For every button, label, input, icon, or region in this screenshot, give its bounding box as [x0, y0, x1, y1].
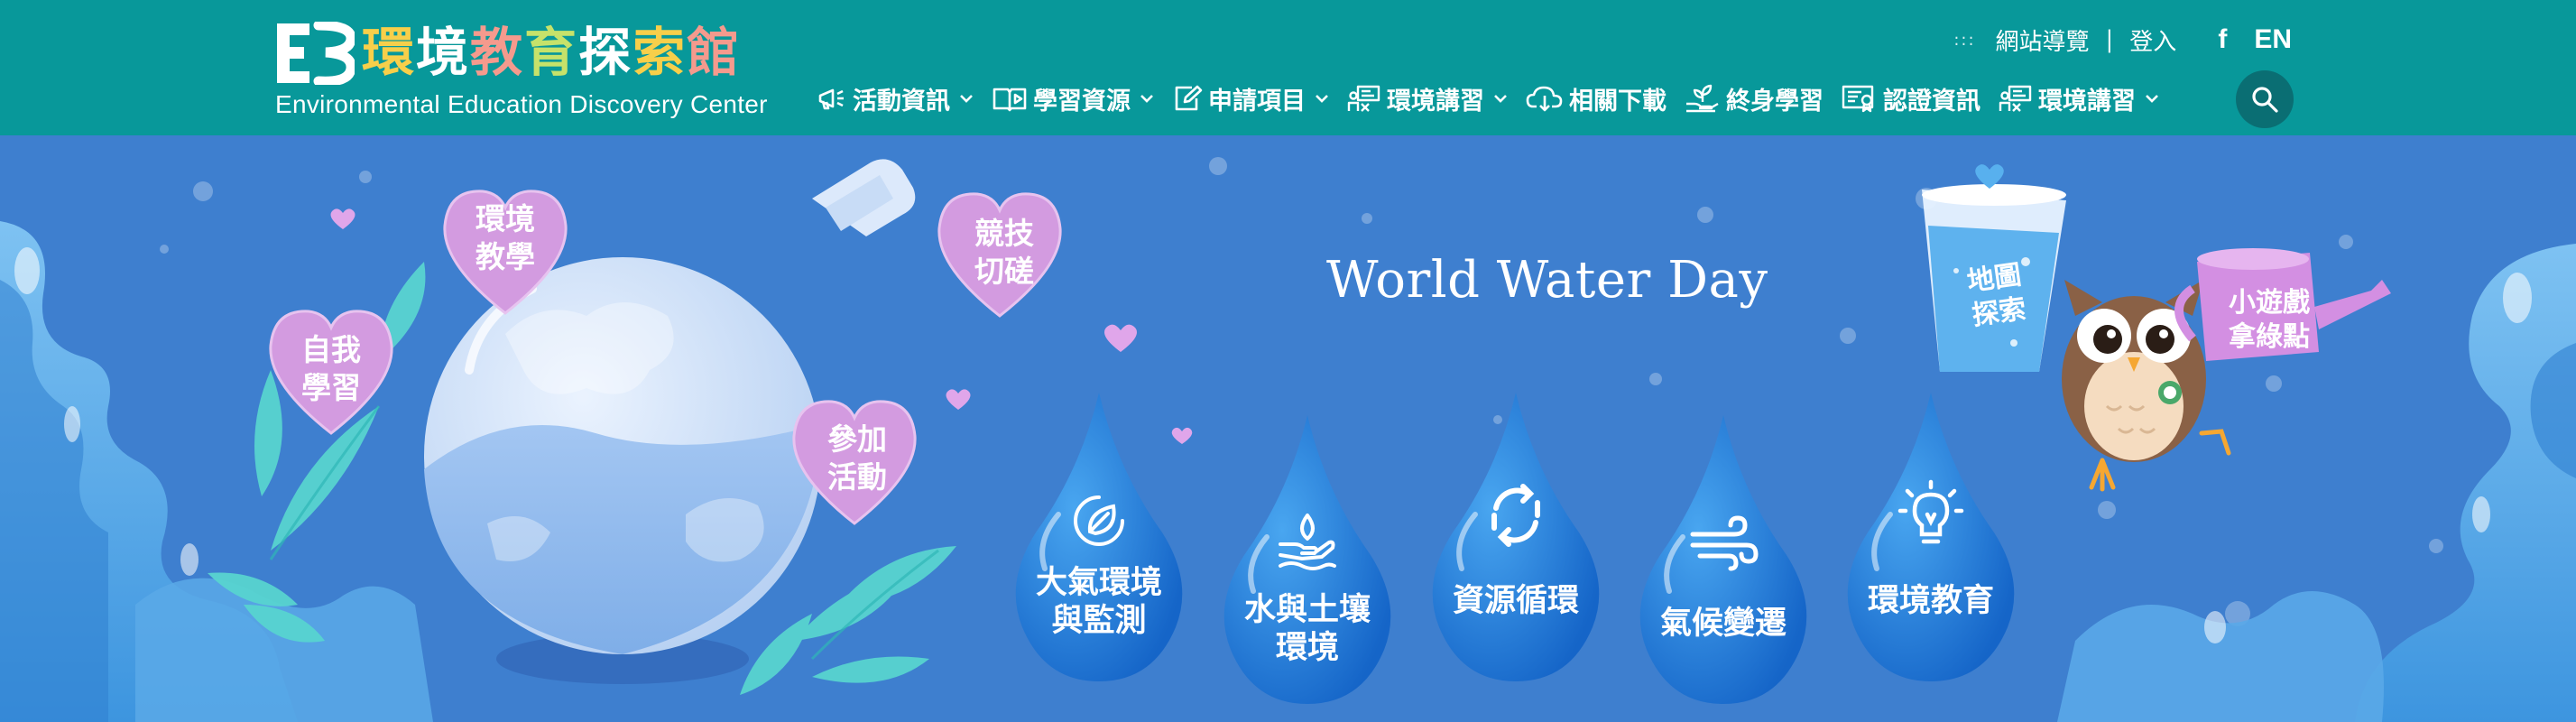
drop-label: 氣候變遷: [1659, 606, 1787, 642]
drop-button-water-soil[interactable]: 水與土壤 環境: [1217, 411, 1398, 708]
logo-char: 教: [470, 22, 525, 83]
sprout-hand-icon: [1686, 84, 1719, 113]
classroom-icon: [1347, 85, 1380, 112]
logo-title-zh: 環境教育探索館: [362, 16, 741, 88]
util-separator: |: [2105, 26, 2114, 53]
drop-button-env-education[interactable]: 環境教育: [1841, 388, 2021, 686]
facebook-icon[interactable]: f: [2218, 24, 2227, 55]
nav-item-env-lectures-2[interactable]: 環境講習: [1999, 81, 2159, 116]
leaf-circle-icon: [1074, 495, 1124, 546]
drop-button-climate-change[interactable]: 氣候變遷: [1633, 411, 1814, 708]
sitemap-link[interactable]: 網站導覽: [1996, 23, 2090, 57]
classroom-icon: [1999, 85, 2032, 112]
mini-game-link[interactable]: 小遊戲 拿綠點: [2220, 286, 2319, 355]
nav-item-certification[interactable]: 認證資訊: [1842, 81, 1980, 116]
nav-label: 環境講習: [2038, 87, 2136, 116]
drop-label: 水與土壤 環境: [1243, 592, 1371, 666]
logo-char: 館: [687, 22, 742, 83]
recycle-arrows-icon: [1491, 484, 1540, 547]
login-link[interactable]: 登入: [2129, 23, 2176, 57]
search-icon: [2252, 87, 2278, 113]
cloud-download-icon: [1526, 86, 1563, 112]
heart-label-self-learning[interactable]: 自我 學習: [263, 331, 399, 407]
heart-label-competition[interactable]: 競技 切磋: [937, 215, 1072, 291]
search-button[interactable]: [2236, 70, 2294, 128]
nav-label: 認證資訊: [1883, 87, 1980, 116]
heart-label-join-activity[interactable]: 參加 活動: [789, 421, 925, 496]
nav-label: 申請項目: [1208, 87, 1306, 116]
hand-water-icon: [1279, 514, 1336, 570]
chevron-down-icon: [2146, 95, 2158, 103]
nav-label: 活動資訊: [853, 87, 950, 116]
logo-char: 索: [632, 22, 688, 83]
hero-banner: 環境 教學 自我 學習 競技 切磋 參加 活動 World Water Day 大氣環境…: [0, 135, 2576, 722]
nav-item-lifelong-learning[interactable]: 終身學習: [1685, 81, 1824, 116]
site-header: 環境教育探索館 Environmental Education Discover…: [0, 0, 2576, 135]
chevron-down-icon: [1316, 95, 1328, 103]
book-play-icon: [993, 88, 1027, 112]
logo-title-en: Environmental Education Discovery Center: [275, 90, 768, 118]
site-logo[interactable]: 環境教育探索館 Environmental Education Discover…: [275, 16, 768, 120]
logo-char: 環: [362, 22, 417, 83]
drop-button-resource-recycling[interactable]: 資源循環: [1426, 388, 1606, 686]
nav-item-downloads[interactable]: 相關下載: [1526, 81, 1667, 116]
megaphone-icon: [818, 88, 844, 110]
utility-links: ::: 網站導覽 | 登入 f EN: [1953, 22, 2292, 58]
heart-label-env-teaching[interactable]: 環境 教學: [438, 200, 573, 276]
logo-char: 境: [416, 22, 471, 83]
map-explore-link[interactable]: 地圖 探索: [1952, 256, 2042, 336]
edit-form-icon: [1175, 85, 1203, 111]
nav-label: 環境講習: [1387, 87, 1484, 116]
nav-label: 相關下載: [1569, 87, 1667, 116]
certificate-icon: [1842, 85, 1874, 113]
wind-icon: [1690, 515, 1759, 571]
logo-mark-icon: [277, 22, 355, 85]
logo-char: 育: [524, 22, 579, 83]
chevron-down-icon: [1494, 95, 1507, 103]
drop-label: 大氣環境 與監測: [1035, 565, 1162, 639]
language-toggle[interactable]: EN: [2254, 24, 2292, 55]
main-nav: 活動資訊 學習資源 申請項目 環境講習 相關下載 終身學習 認證資訊 環境講習: [817, 76, 2177, 121]
drop-label: 資源循環: [1452, 583, 1579, 619]
hero-title: World Water Day: [1326, 251, 1768, 310]
nav-label: 終身學習: [1726, 87, 1824, 116]
lightbulb-icon: [1897, 479, 1964, 544]
logo-char: 探: [578, 22, 633, 83]
chevron-down-icon: [1140, 95, 1153, 103]
nav-item-applications[interactable]: 申請項目: [1172, 81, 1329, 116]
drop-button-atmosphere[interactable]: 大氣環境 與監測: [1009, 388, 1189, 686]
drop-label: 環境教育: [1867, 583, 1994, 619]
chevron-down-icon: [960, 95, 973, 103]
nav-label: 學習資源: [1033, 87, 1131, 116]
nav-item-learning-resources[interactable]: 學習資源: [992, 81, 1154, 116]
nav-item-activities[interactable]: 活動資訊: [817, 81, 974, 116]
nav-item-env-lectures[interactable]: 環境講習: [1347, 81, 1508, 116]
dots-icon: :::: [1953, 30, 1976, 50]
